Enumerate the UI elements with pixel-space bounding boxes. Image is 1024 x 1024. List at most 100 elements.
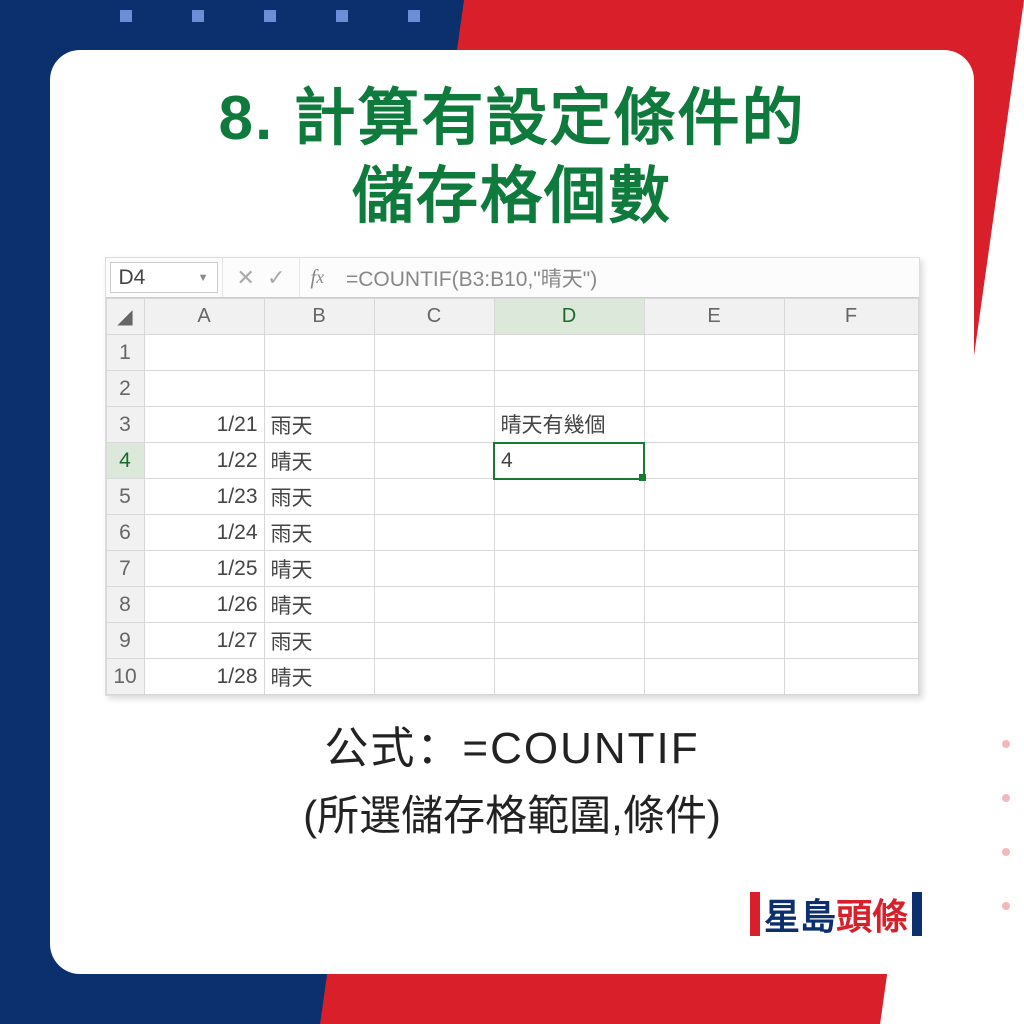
cell-A2[interactable] [144,371,264,407]
cell-A10[interactable]: 1/28 [144,659,264,695]
logo-bar-left [750,892,760,936]
confirm-icon[interactable]: ✓ [267,265,285,291]
cell-B8[interactable]: 晴天 [264,587,374,623]
select-all-corner[interactable]: ◢ [106,299,144,335]
cell-B4[interactable]: 晴天 [264,443,374,479]
name-box-value: D4 [119,266,146,290]
cell-B10[interactable]: 晴天 [264,659,374,695]
cell-F2[interactable] [784,371,918,407]
cell-E6[interactable] [644,515,784,551]
row-header[interactable]: 10 [106,659,144,695]
table-row: 81/26晴天 [106,587,918,623]
table-row: 91/27雨天 [106,623,918,659]
cell-D5[interactable] [494,479,644,515]
cell-B7[interactable]: 晴天 [264,551,374,587]
cell-A5[interactable]: 1/23 [144,479,264,515]
cell-A6[interactable]: 1/24 [144,515,264,551]
cell-F6[interactable] [784,515,918,551]
formula-description-line2: (所選儲存格範圍,條件) [90,782,934,843]
cell-D8[interactable] [494,587,644,623]
cell-C3[interactable] [374,407,494,443]
cell-F5[interactable] [784,479,918,515]
cell-B1[interactable] [264,335,374,371]
cell-C9[interactable] [374,623,494,659]
title-line-2: 儲存格個數 [90,158,934,236]
cell-C6[interactable] [374,515,494,551]
spreadsheet-grid[interactable]: ◢ A B C D E F 1231/21雨天晴天有幾個41/22晴天451/2… [106,298,919,695]
cell-A7[interactable]: 1/25 [144,551,264,587]
row-header[interactable]: 4 [106,443,144,479]
cell-D1[interactable] [494,335,644,371]
formula-input[interactable]: =COUNTIF(B3:B10,"晴天") [334,258,919,297]
col-header-F[interactable]: F [784,299,918,335]
cell-E10[interactable] [644,659,784,695]
cell-C10[interactable] [374,659,494,695]
row-header[interactable]: 3 [106,407,144,443]
cell-F9[interactable] [784,623,918,659]
cell-A4[interactable]: 1/22 [144,443,264,479]
name-box[interactable]: D4 ▼ [110,262,218,293]
cell-D4[interactable]: 4 [494,443,644,479]
cell-B2[interactable] [264,371,374,407]
cancel-icon[interactable]: ✕ [237,265,255,291]
cell-C4[interactable] [374,443,494,479]
cell-F8[interactable] [784,587,918,623]
cell-A8[interactable]: 1/26 [144,587,264,623]
row-header[interactable]: 5 [106,479,144,515]
row-header[interactable]: 8 [106,587,144,623]
table-row: 1 [106,335,918,371]
cell-E2[interactable] [644,371,784,407]
cell-E9[interactable] [644,623,784,659]
cell-A3[interactable]: 1/21 [144,407,264,443]
cell-D10[interactable] [494,659,644,695]
cell-D9[interactable] [494,623,644,659]
row-header[interactable]: 6 [106,515,144,551]
cell-E1[interactable] [644,335,784,371]
table-row: 51/23雨天 [106,479,918,515]
fx-icon[interactable]: fx [300,258,334,297]
formula-bar: D4 ▼ ✕ ✓ fx =COUNTIF(B3:B10,"晴天") [106,258,919,298]
row-header[interactable]: 7 [106,551,144,587]
cell-C5[interactable] [374,479,494,515]
cell-A9[interactable]: 1/27 [144,623,264,659]
excel-screenshot: D4 ▼ ✕ ✓ fx =COUNTIF(B3:B10,"晴天") ◢ A [105,257,920,696]
col-header-C[interactable]: C [374,299,494,335]
table-row: 71/25晴天 [106,551,918,587]
cell-C8[interactable] [374,587,494,623]
row-header[interactable]: 2 [106,371,144,407]
table-row: 2 [106,371,918,407]
cell-D7[interactable] [494,551,644,587]
cell-E4[interactable] [644,443,784,479]
row-header[interactable]: 9 [106,623,144,659]
cell-B9[interactable]: 雨天 [264,623,374,659]
cell-A1[interactable] [144,335,264,371]
cell-E3[interactable] [644,407,784,443]
formula-description-line1: 公式：=COUNTIF [90,712,934,776]
col-header-A[interactable]: A [144,299,264,335]
cell-C7[interactable] [374,551,494,587]
cell-C2[interactable] [374,371,494,407]
col-header-D[interactable]: D [494,299,644,335]
cell-F1[interactable] [784,335,918,371]
page-title: 8. 計算有設定條件的 儲存格個數 [90,80,934,235]
cell-F4[interactable] [784,443,918,479]
cell-F10[interactable] [784,659,918,695]
cell-B5[interactable]: 雨天 [264,479,374,515]
cell-F3[interactable] [784,407,918,443]
cell-B6[interactable]: 雨天 [264,515,374,551]
content-card: 8. 計算有設定條件的 儲存格個數 D4 ▼ ✕ ✓ fx =COUNTIF(B… [50,50,974,974]
cell-E8[interactable] [644,587,784,623]
cell-D6[interactable] [494,515,644,551]
cell-D2[interactable] [494,371,644,407]
cell-E5[interactable] [644,479,784,515]
col-header-B[interactable]: B [264,299,374,335]
cell-F7[interactable] [784,551,918,587]
col-header-E[interactable]: E [644,299,784,335]
table-row: 61/24雨天 [106,515,918,551]
cell-E7[interactable] [644,551,784,587]
row-header[interactable]: 1 [106,335,144,371]
cell-D3[interactable]: 晴天有幾個 [494,407,644,443]
cell-C1[interactable] [374,335,494,371]
cell-B3[interactable]: 雨天 [264,407,374,443]
logo-text-1: 星島 [764,888,836,940]
